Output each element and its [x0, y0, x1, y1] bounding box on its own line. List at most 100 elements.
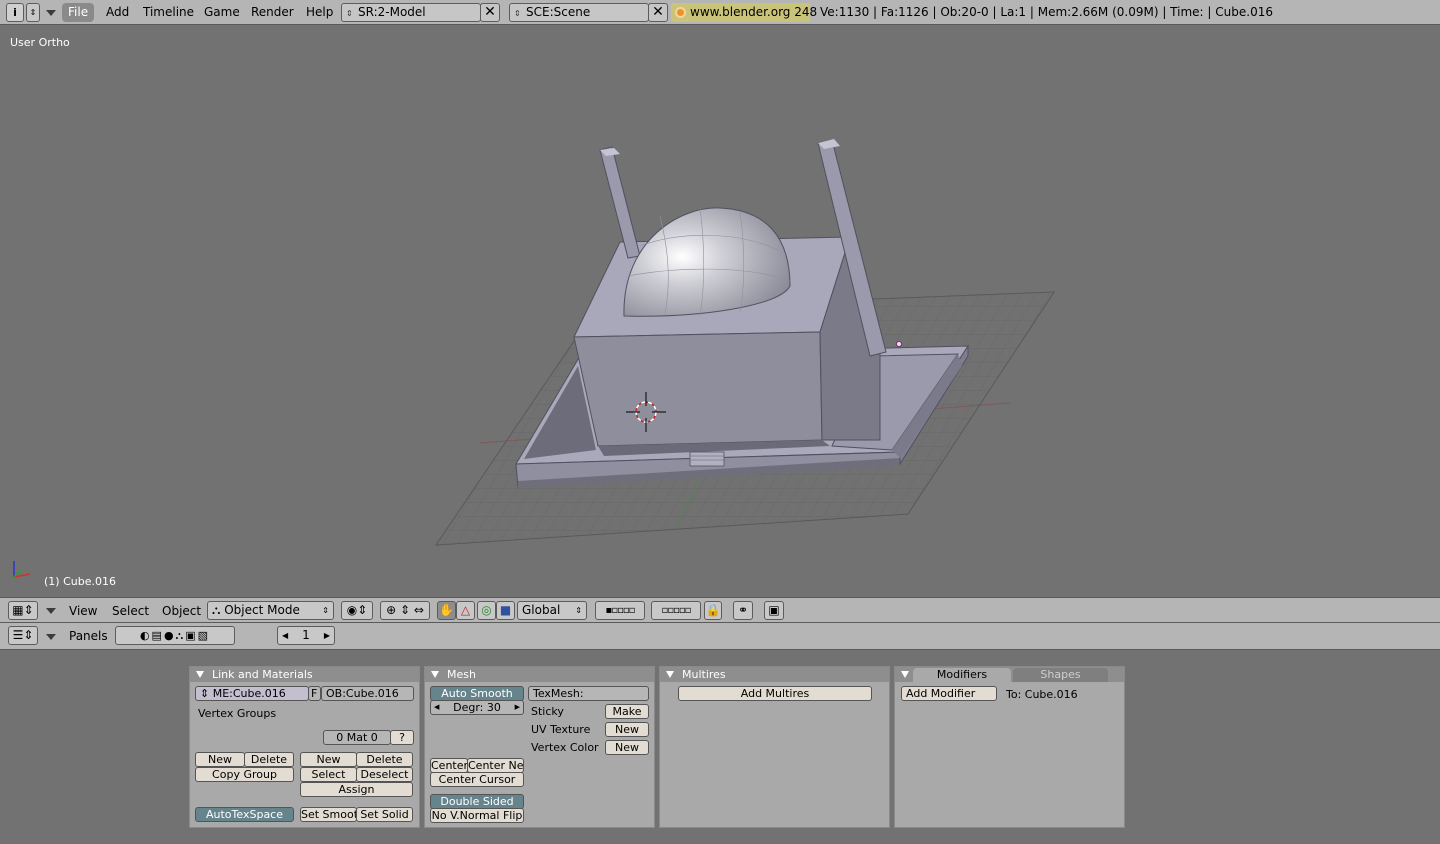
material-select-button[interactable]: Select — [300, 767, 357, 782]
render-icon[interactable]: ▣ — [764, 601, 784, 620]
material-assign-button[interactable]: Assign — [300, 782, 413, 797]
object-name-field[interactable]: OB:Cube.016 — [321, 686, 414, 701]
editor-type-spinner-icon[interactable]: ⇕ — [26, 3, 40, 22]
layer-buttons-group-2[interactable]: ▫▫▫▫▫ — [651, 601, 701, 620]
link-icon[interactable]: ⚭ — [733, 601, 753, 620]
add-multires-button[interactable]: Add Multires — [678, 686, 872, 701]
spinner-icon: ⇕ — [514, 9, 521, 18]
collapse-menu-icon[interactable] — [46, 608, 56, 614]
panel-title: Link and Materials — [212, 668, 313, 681]
set-solid-button[interactable]: Set Solid — [356, 807, 413, 822]
double-sided-toggle[interactable]: Double Sided — [430, 794, 524, 809]
screen-selector[interactable]: ⇕ SR:2-Model — [341, 3, 481, 22]
menu-view[interactable]: View — [63, 602, 103, 621]
scale-manipulator-icon[interactable]: ◎ — [477, 601, 496, 620]
mesh-name-field[interactable]: ⇕ ME:Cube.016 — [195, 686, 309, 701]
orientation-selector[interactable]: Global ⇕ — [517, 601, 587, 620]
arrow-right-icon[interactable]: ▶ — [324, 627, 330, 644]
material-index-field[interactable]: 0 Mat 0 — [323, 730, 391, 745]
collapse-menu-icon[interactable] — [46, 634, 56, 640]
screen-name[interactable]: SR:2-Model — [358, 5, 426, 19]
material-help-button[interactable]: ? — [390, 730, 414, 745]
scene-name[interactable]: SCE:Scene — [526, 5, 590, 19]
frame-field[interactable]: ◀ 1 ▶ — [277, 626, 335, 645]
panel-header[interactable]: Mesh — [425, 667, 654, 682]
menu-timeline[interactable]: Timeline — [137, 3, 200, 22]
menu-add[interactable]: Add — [100, 3, 135, 22]
collapse-triangle-icon[interactable] — [901, 671, 909, 678]
sticky-make-button[interactable]: Make — [605, 704, 649, 719]
3d-view-header: ▦⇕ View Select Object ⛬ Object Mode ⇕ ◉⇕ … — [0, 597, 1440, 623]
panel-header[interactable]: Multires — [660, 667, 889, 682]
menu-file[interactable]: File — [62, 3, 95, 22]
info-editor-icon[interactable]: i — [6, 3, 24, 22]
menu-help[interactable]: Help — [300, 3, 339, 22]
scene-delete-button[interactable]: ✕ — [648, 3, 668, 22]
menu-object[interactable]: Object — [156, 602, 207, 621]
info-header: i ⇕ File Add Timeline Game Render Help ⇕… — [0, 0, 1440, 25]
3d-viewport[interactable]: User Ortho (1) Cube.016 — [0, 26, 1440, 597]
material-deselect-button[interactable]: Deselect — [356, 767, 413, 782]
fake-user-button[interactable]: F — [308, 686, 321, 701]
collapse-triangle-icon[interactable] — [196, 671, 204, 678]
arrow-left-icon[interactable]: ◀ — [282, 627, 288, 644]
pivot-selector[interactable]: ⊕ ⇕ ⇔ — [380, 601, 430, 620]
add-modifier-button[interactable]: Add Modifier — [901, 686, 997, 701]
vertex-group-new-button[interactable]: New — [195, 752, 245, 767]
dome — [623, 207, 791, 317]
rotate-manipulator-icon[interactable]: △ — [456, 601, 475, 620]
arrow-left-icon[interactable]: ◀ — [434, 701, 439, 714]
center-button[interactable]: Center — [430, 758, 468, 773]
mesh-name: ME:Cube.016 — [212, 687, 286, 700]
scene-stats: Ve:1130 | Fa:1126 | Ob:20-0 | La:1 | Mem… — [820, 5, 1273, 19]
uv-texture-label: UV Texture — [531, 723, 591, 736]
menu-render[interactable]: Render — [245, 3, 300, 22]
lock-icon[interactable]: 🔒 — [704, 601, 722, 620]
collapse-menu-icon[interactable] — [46, 10, 56, 16]
menu-select[interactable]: Select — [106, 602, 155, 621]
scene-selector[interactable]: ⇕ SCE:Scene — [509, 3, 649, 22]
lamp-object[interactable] — [896, 341, 902, 347]
center-new-button[interactable]: Center Ne — [467, 758, 524, 773]
translate-manipulator-icon[interactable]: ■ — [496, 601, 515, 620]
screen-delete-button[interactable]: ✕ — [480, 3, 500, 22]
layer-buttons-group-1[interactable]: ▪▫▫▫▫ — [595, 601, 645, 620]
no-vnormal-flip-toggle[interactable]: No V.Normal Flip — [430, 808, 524, 823]
context-buttons[interactable]: ◐▤●⛬▣▧ — [115, 626, 235, 645]
editor-type-grid-icon[interactable]: ▦⇕ — [8, 601, 38, 620]
menu-game[interactable]: Game — [198, 3, 246, 22]
autotexspace-toggle[interactable]: AutoTexSpace — [195, 807, 294, 822]
editor-type-buttons-icon[interactable]: ☰⇕ — [8, 626, 38, 645]
tab-shapes[interactable]: Shapes — [1013, 668, 1108, 682]
block-front — [573, 331, 823, 447]
tab-modifiers[interactable]: Modifiers — [913, 668, 1011, 682]
sticky-label: Sticky — [531, 705, 564, 718]
pillar-left — [599, 146, 641, 259]
copy-group-button[interactable]: Copy Group — [195, 767, 294, 782]
multires-panel: Multires Add Multires — [659, 666, 890, 828]
collapse-triangle-icon[interactable] — [666, 671, 674, 678]
stairs — [689, 451, 725, 467]
draw-type-selector[interactable]: ◉⇕ — [341, 601, 373, 620]
buttons-window: Link and Materials ⇕ ME:Cube.016 F OB:Cu… — [0, 650, 1440, 844]
center-cursor-button[interactable]: Center Cursor — [430, 772, 524, 787]
grab-hand-icon[interactable]: ✋ — [437, 601, 456, 620]
blender-website-link[interactable]: www.blender.org 248 — [671, 3, 817, 22]
auto-smooth-toggle[interactable]: Auto Smooth — [430, 686, 524, 701]
set-smooth-button[interactable]: Set Smoot — [300, 807, 357, 822]
vertex-group-delete-button[interactable]: Delete — [244, 752, 294, 767]
mode-selector[interactable]: ⛬ Object Mode ⇕ — [207, 601, 334, 620]
arrow-right-icon[interactable]: ▶ — [515, 701, 520, 714]
texmesh-field[interactable]: TexMesh: — [528, 686, 649, 701]
panel-header[interactable]: Modifiers Shapes — [895, 667, 1124, 682]
material-delete-button[interactable]: Delete — [356, 752, 413, 767]
vertex-color-new-button[interactable]: New — [605, 740, 649, 755]
scene-canvas[interactable] — [0, 26, 1440, 597]
uv-texture-new-button[interactable]: New — [605, 722, 649, 737]
panel-header[interactable]: Link and Materials — [190, 667, 419, 682]
smooth-degree-field[interactable]: ◀ Degr: 30 ▶ — [430, 700, 524, 715]
frame-value[interactable]: 1 — [302, 628, 310, 642]
collapse-triangle-icon[interactable] — [431, 671, 439, 678]
material-new-button[interactable]: New — [300, 752, 357, 767]
degree-value: Degr: 30 — [453, 701, 501, 714]
